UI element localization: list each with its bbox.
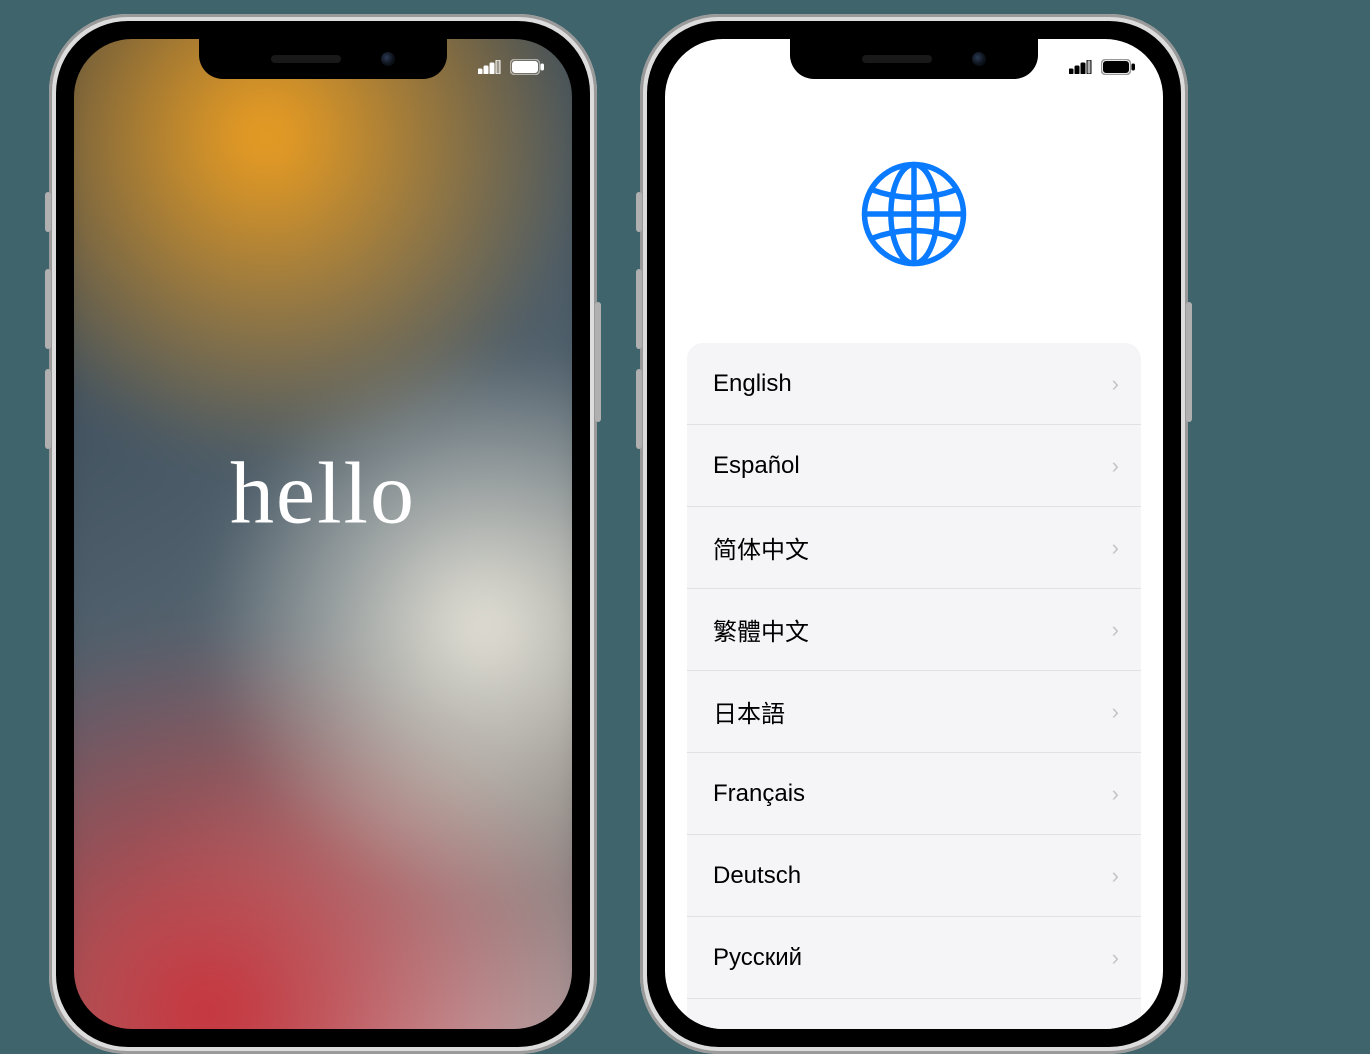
language-row-english[interactable]: English ›	[687, 343, 1141, 425]
volume-down-button[interactable]	[636, 369, 642, 449]
language-row-russian[interactable]: Русский ›	[687, 917, 1141, 999]
chevron-right-icon: ›	[1112, 863, 1119, 889]
language-label: Español	[713, 452, 800, 480]
language-row-chinese-simplified[interactable]: 简体中文 ›	[687, 507, 1141, 589]
phone-bezel: English › Español › 简体中文 › 繁體中文 › 日本語	[647, 21, 1181, 1047]
screen-language-select: English › Español › 简体中文 › 繁體中文 › 日本語	[665, 39, 1163, 1029]
language-list: English › Español › 简体中文 › 繁體中文 › 日本語	[687, 343, 1141, 1029]
power-button[interactable]	[1186, 302, 1192, 422]
language-label: 繁體中文	[713, 612, 809, 647]
volume-up-button[interactable]	[636, 269, 642, 349]
language-label: English	[713, 370, 792, 398]
battery-icon	[510, 59, 544, 80]
language-row-espanol[interactable]: Español ›	[687, 425, 1141, 507]
language-label: Français	[713, 780, 805, 808]
chevron-right-icon: ›	[1112, 945, 1119, 971]
status-bar	[665, 55, 1163, 83]
phone-frame-left: hello	[49, 14, 597, 1054]
cellular-signal-icon	[1069, 60, 1093, 79]
language-row-chinese-traditional[interactable]: 繁體中文 ›	[687, 589, 1141, 671]
power-button[interactable]	[595, 302, 601, 422]
chevron-right-icon: ›	[1112, 535, 1119, 561]
chevron-right-icon: ›	[1112, 617, 1119, 643]
language-label: Português	[713, 1026, 822, 1029]
language-row-portugues[interactable]: Português ›	[687, 999, 1141, 1029]
volume-down-button[interactable]	[45, 369, 51, 449]
battery-icon	[1101, 59, 1135, 80]
mute-switch[interactable]	[636, 192, 642, 232]
status-bar	[74, 55, 572, 83]
chevron-right-icon: ›	[1112, 781, 1119, 807]
chevron-right-icon: ›	[1112, 371, 1119, 397]
language-label: Русский	[713, 944, 802, 972]
globe-icon	[859, 159, 969, 269]
phone-frame-right: English › Español › 简体中文 › 繁體中文 › 日本語	[640, 14, 1188, 1054]
language-row-francais[interactable]: Français ›	[687, 753, 1141, 835]
language-row-japanese[interactable]: 日本語 ›	[687, 671, 1141, 753]
volume-up-button[interactable]	[45, 269, 51, 349]
language-row-deutsch[interactable]: Deutsch ›	[687, 835, 1141, 917]
chevron-right-icon: ›	[1112, 1027, 1119, 1029]
language-label: 日本語	[713, 694, 785, 729]
language-label: 简体中文	[713, 530, 809, 565]
phone-bezel: hello	[56, 21, 590, 1047]
chevron-right-icon: ›	[1112, 699, 1119, 725]
language-label: Deutsch	[713, 862, 801, 890]
chevron-right-icon: ›	[1112, 453, 1119, 479]
mute-switch[interactable]	[45, 192, 51, 232]
hello-greeting: hello	[230, 444, 416, 545]
screen-hello: hello	[74, 39, 572, 1029]
cellular-signal-icon	[478, 60, 502, 79]
